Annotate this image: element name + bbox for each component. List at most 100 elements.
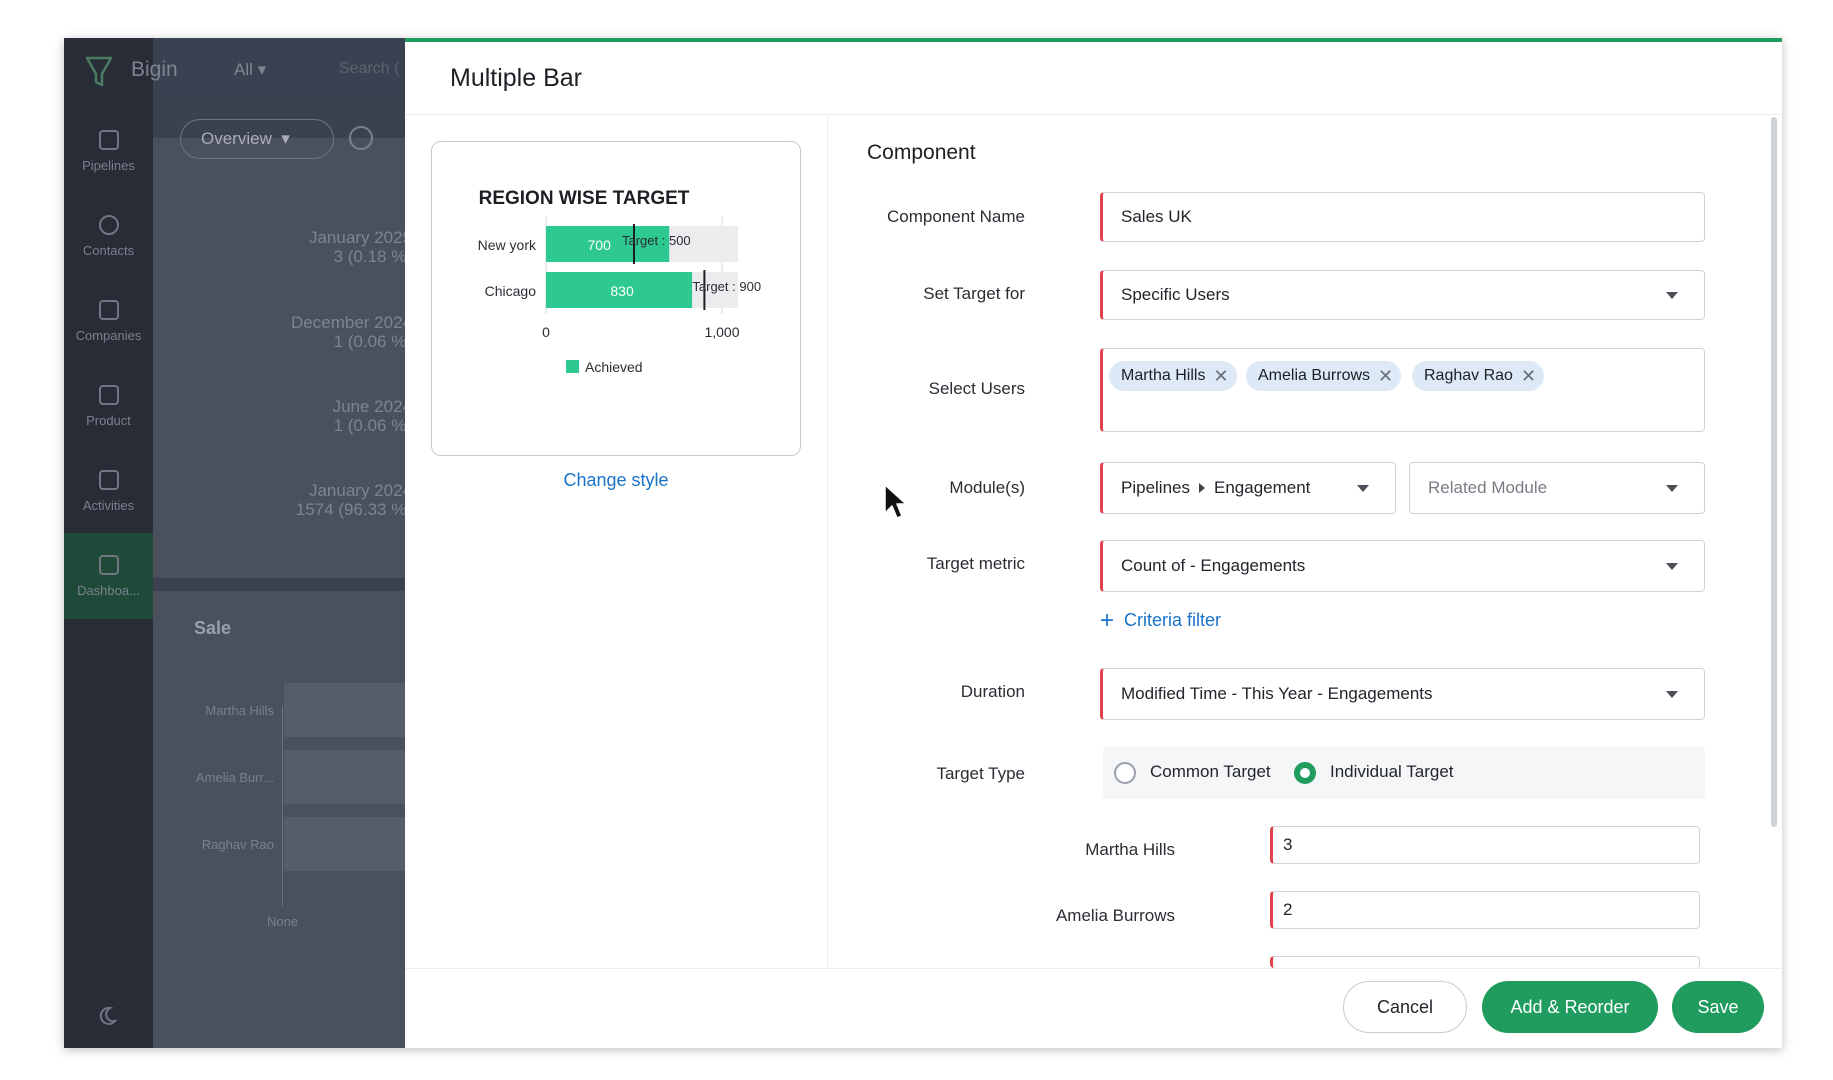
module-filter[interactable]: All ▾: [234, 60, 266, 80]
stat-item: June 2024 1 (0.06 %): [333, 397, 412, 435]
nav-label: Contacts: [82, 242, 135, 258]
top-bar: Bigin All ▾ Search (: [64, 38, 424, 108]
nav-contacts[interactable]: Contacts: [64, 193, 153, 279]
close-icon[interactable]: ✕: [1213, 366, 1228, 387]
select-users-input[interactable]: Martha Hills ✕ Amelia Burrows ✕ Raghav R…: [1100, 348, 1705, 432]
chevron-down-icon: [1666, 691, 1678, 698]
target-type-label: Target Type: [936, 764, 1025, 783]
common-target-radio[interactable]: [1114, 762, 1136, 784]
chart-preview: REGION WISE TARGET New york 700 Target : 50…: [431, 141, 801, 456]
overview-label: Overview: [201, 129, 272, 148]
companies-icon: [98, 299, 119, 320]
user-chip: Raghav Rao ✕: [1412, 361, 1545, 391]
chevron-down-icon: [1666, 485, 1678, 492]
stat-value: 1 (0.06 %): [333, 416, 412, 435]
module-value: Pipelines: [1121, 478, 1190, 497]
individual-target-input[interactable]: 3: [1270, 826, 1700, 864]
set-target-for-select[interactable]: Specific Users: [1100, 270, 1705, 320]
modal-footer: Cancel Add & Reorder Save: [405, 968, 1782, 1048]
stat-value: 1 (0.06 %): [333, 332, 412, 351]
criteria-filter-label: Criteria filter: [1124, 610, 1222, 630]
nav-product[interactable]: Product: [64, 363, 153, 449]
chart-value-label: 830: [610, 283, 634, 299]
scrollbar[interactable]: [1771, 117, 1777, 827]
chart-category-label: Chicago: [485, 283, 537, 299]
app-name: Bigin: [131, 58, 178, 81]
nav-label: Companies: [75, 327, 142, 343]
chart-target-label: Target : 900: [692, 279, 761, 294]
close-icon[interactable]: ✕: [1521, 366, 1536, 387]
target-metric-value: Count of - Engagements: [1121, 556, 1306, 575]
globe-icon[interactable]: [349, 126, 373, 150]
individual-target-input[interactable]: 2: [1270, 891, 1700, 929]
moon-icon[interactable]: [97, 1006, 117, 1026]
individual-target-user-label: Amelia Burrows: [1055, 906, 1175, 925]
stat-period: January 2024: [308, 481, 412, 500]
modal-header-divider: [405, 114, 1782, 115]
chevron-down-icon: [1666, 292, 1678, 299]
target-type-group: Common Target Individual Target: [1103, 747, 1705, 799]
sale-user-label: Amelia Burr...: [195, 770, 274, 785]
stat-period: June 2024: [332, 397, 412, 416]
nav-label: Activities: [82, 497, 135, 513]
module-select[interactable]: Pipelines Engagement: [1100, 462, 1396, 514]
chart-tick-label: 0: [542, 324, 550, 340]
cancel-button[interactable]: Cancel: [1343, 981, 1467, 1033]
common-target-label[interactable]: Common Target: [1150, 762, 1271, 782]
criteria-filter-link[interactable]: + Criteria filter: [1100, 608, 1222, 632]
stat-item: January 2025 3 (0.18 %): [309, 228, 412, 266]
component-name-input[interactable]: Sales UK: [1100, 192, 1705, 242]
related-module-select[interactable]: Related Module: [1409, 462, 1705, 514]
stat-value: 3 (0.18 %): [333, 247, 412, 266]
nav-label: Product: [86, 412, 131, 428]
user-chip: Amelia Burrows ✕: [1246, 361, 1402, 391]
individual-target-label[interactable]: Individual Target: [1330, 762, 1454, 782]
nav-label: Pipelines: [82, 157, 135, 173]
individual-target-radio[interactable]: [1294, 762, 1316, 784]
caret-right-icon: [1199, 483, 1205, 493]
submodule-value: Engagement: [1214, 478, 1311, 497]
stat-item: January 2024 1574 (96.33 %): [296, 481, 412, 519]
chart-svg: REGION WISE TARGET New york 700 Target : 50…: [478, 188, 761, 375]
sale-card-title: Sale: [194, 618, 232, 638]
section-title: Component: [867, 141, 976, 164]
pipelines-icon: [98, 129, 119, 150]
save-button[interactable]: Save: [1672, 981, 1764, 1033]
chart-legend-label: Achieved: [585, 359, 643, 375]
duration-select[interactable]: Modified Time - This Year - Engagements: [1100, 668, 1705, 720]
stat-period: January 2025: [308, 228, 412, 247]
module-filter-label: All: [234, 60, 253, 79]
duration-label: Duration: [960, 682, 1025, 701]
target-metric-label: Target metric: [926, 554, 1025, 573]
set-target-for-label: Set Target for: [923, 284, 1025, 303]
nav-pipelines[interactable]: Pipelines: [64, 108, 153, 194]
nav-dashboards[interactable]: Dashboa...: [64, 533, 153, 619]
user-chip: Martha Hills ✕: [1109, 361, 1237, 391]
chart-target-label: Target : 500: [622, 233, 691, 248]
dashboard-icon: [98, 554, 119, 575]
set-target-for-value: Specific Users: [1121, 285, 1230, 304]
chart-title: REGION WISE TARGET: [479, 188, 690, 209]
panel-divider: [827, 115, 828, 975]
add-reorder-button[interactable]: Add & Reorder: [1482, 981, 1658, 1033]
duration-value: Modified Time - This Year - Engagements: [1121, 684, 1433, 703]
nav-companies[interactable]: Companies: [64, 278, 153, 364]
user-chip-label: Martha Hills: [1121, 367, 1206, 384]
overview-dropdown[interactable]: Overview ▾: [180, 119, 334, 159]
activities-icon: [98, 469, 119, 490]
change-style-link[interactable]: Change style: [405, 470, 827, 491]
stat-period: December 2024: [291, 313, 412, 332]
chart-category-label: New york: [478, 237, 537, 253]
product-icon: [98, 384, 119, 405]
sale-none-label: None: [267, 914, 299, 929]
individual-target-input[interactable]: [1270, 956, 1700, 968]
close-icon[interactable]: ✕: [1378, 366, 1393, 387]
sale-axis: [282, 706, 283, 906]
sale-user-label: Raghav Rao: [201, 837, 274, 852]
modal-title: Multiple Bar: [450, 64, 582, 92]
nav-activities[interactable]: Activities: [64, 448, 153, 534]
search-input[interactable]: Search (: [339, 60, 399, 78]
target-metric-select[interactable]: Count of - Engagements: [1100, 540, 1705, 592]
mouse-pointer-icon: [884, 484, 907, 519]
user-chip-label: Amelia Burrows: [1258, 367, 1371, 384]
